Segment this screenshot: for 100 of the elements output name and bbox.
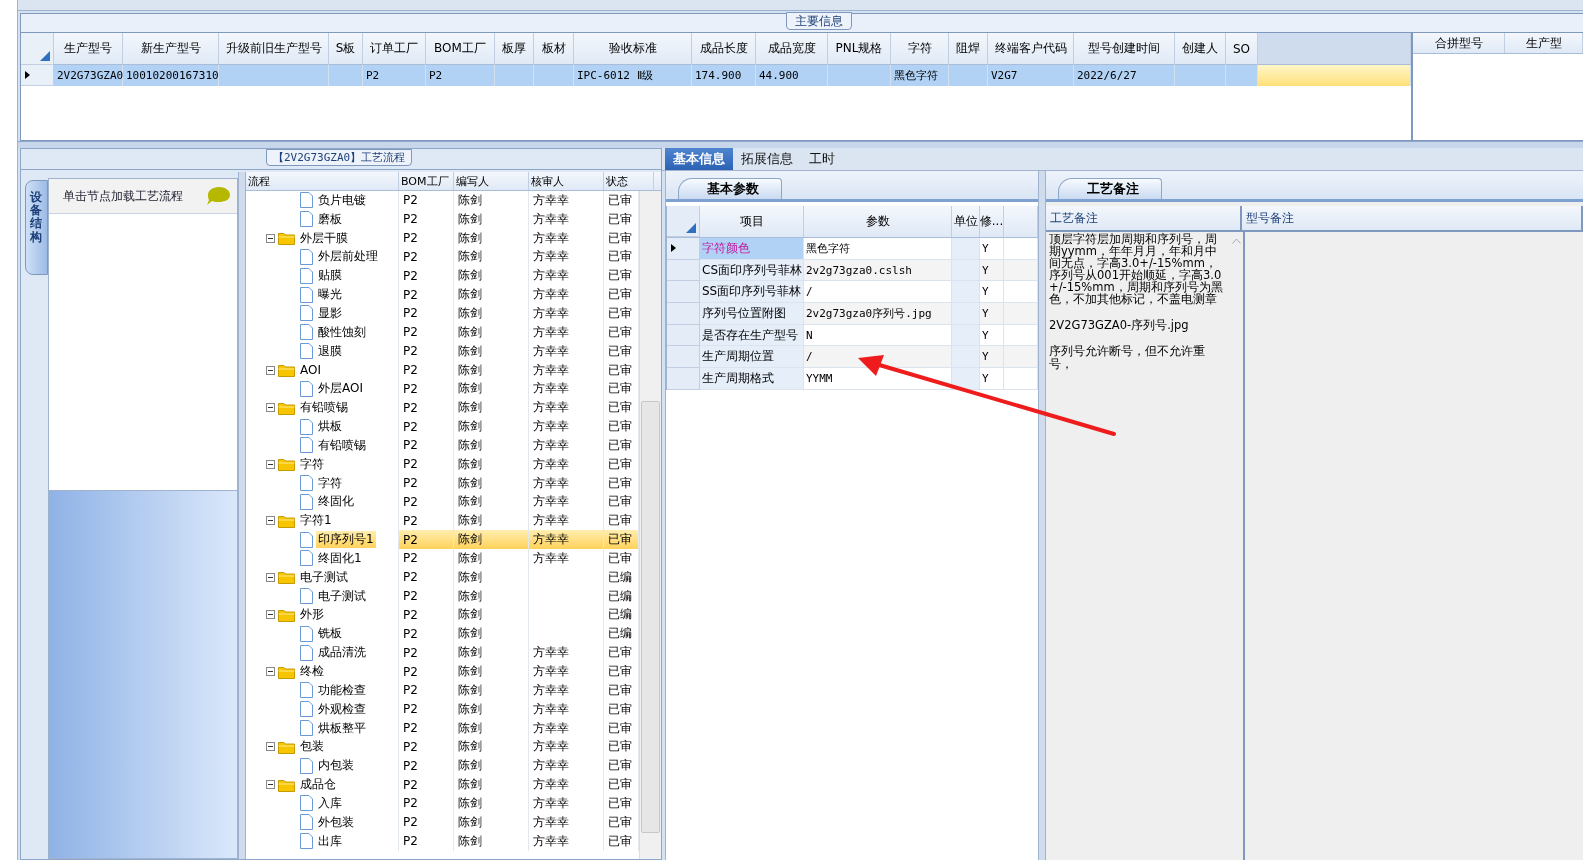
tree-node[interactable]: 有铅喷锡 <box>298 399 350 417</box>
table-cell: 陈剑 <box>454 228 529 248</box>
tab[interactable]: 工时 <box>801 148 843 170</box>
table-cell: 方幸幸 <box>529 398 604 418</box>
column-header[interactable]: 生产型 <box>1505 33 1583 53</box>
column-header[interactable]: 状态 <box>604 172 654 190</box>
document-icon <box>300 795 313 812</box>
table-cell: P2 <box>399 567 454 587</box>
table-cell: 方幸幸 <box>529 247 604 267</box>
table-cell: 2V2G73GZA0 <box>54 65 123 86</box>
scrollbar[interactable] <box>639 191 661 859</box>
table-cell: 方幸幸 <box>529 417 604 436</box>
column-header[interactable]: 单位 <box>952 206 980 237</box>
tree-node[interactable]: 有铅喷锡 <box>316 436 368 454</box>
tree-node[interactable]: 字符 <box>316 474 344 492</box>
table-cell: 生产周期位置 <box>700 346 804 369</box>
tree-node[interactable]: 显影 <box>316 305 344 322</box>
table-cell: P2 <box>399 247 454 267</box>
tree-node[interactable]: 负片电镀 <box>316 191 368 209</box>
table-cell: 陈剑 <box>454 794 529 813</box>
table-cell: 44.900 <box>756 65 828 86</box>
tree-node[interactable]: 包装 <box>298 738 326 756</box>
tab[interactable]: 拓展信息 <box>733 148 801 170</box>
tree-node[interactable]: 印序列号1 <box>316 531 376 549</box>
table-cell: P2 <box>399 398 454 418</box>
tree-node[interactable]: 出库 <box>316 832 344 850</box>
tree-node[interactable]: 曝光 <box>316 286 344 304</box>
side-tab[interactable]: 设备结构 <box>25 180 48 275</box>
column-header[interactable]: 核审人 <box>529 172 604 190</box>
tree-node[interactable]: 磨板 <box>316 210 344 228</box>
tree-node[interactable]: 外包装 <box>316 813 356 831</box>
tree-node[interactable]: 退膜 <box>316 342 344 360</box>
tree-node[interactable]: AOI <box>298 363 323 377</box>
folder-icon <box>278 777 295 792</box>
splitter[interactable] <box>1038 171 1046 860</box>
tree-node[interactable]: 烘板整平 <box>316 719 368 737</box>
tab[interactable]: 基本信息 <box>665 148 733 170</box>
table-cell: 2022/6/27 <box>1074 65 1175 86</box>
column-header[interactable]: 编写人 <box>454 172 529 190</box>
group-title: 主要信息 <box>786 12 852 30</box>
tree-node[interactable]: 字符1 <box>298 512 334 530</box>
tree-node[interactable]: 内包装 <box>316 757 356 775</box>
table-cell: P2 <box>399 473 454 493</box>
column-header[interactable]: 合拼型号 <box>1413 33 1505 53</box>
document-icon <box>300 644 313 661</box>
column-header[interactable]: 项目 <box>700 206 804 237</box>
table-cell: 方幸幸 <box>529 775 604 794</box>
table-cell: Y <box>980 259 1004 282</box>
table-cell: 陈剑 <box>454 209 529 229</box>
tab[interactable]: 工艺备注 <box>1058 178 1162 199</box>
tree-node[interactable]: 终固化 <box>316 493 356 511</box>
tree-node[interactable]: 外层干膜 <box>298 229 350 247</box>
table-cell: P2 <box>399 530 454 550</box>
column-header[interactable]: 工艺备注 <box>1046 206 1242 230</box>
splitter[interactable] <box>18 141 1583 148</box>
table-cell: 陈剑 <box>454 454 529 474</box>
tab[interactable]: 基本参数 <box>678 178 782 199</box>
table-cell: 序列号位置附图 <box>700 303 804 325</box>
document-icon <box>300 757 313 774</box>
column-header[interactable]: 参数 <box>804 206 952 237</box>
table-cell: 方幸幸 <box>529 435 604 455</box>
tree-node[interactable]: 烘板 <box>316 418 344 436</box>
column-header[interactable]: 修... <box>980 206 1004 237</box>
tree-node[interactable]: 外层前处理 <box>316 248 380 266</box>
column-header[interactable]: 流程 <box>246 172 399 190</box>
tree-node[interactable]: 终检 <box>298 663 326 680</box>
tree-node[interactable]: 电子测试 <box>316 587 368 605</box>
table-cell: 陈剑 <box>454 530 529 550</box>
table-cell: 陈剑 <box>454 680 529 700</box>
tree-node[interactable]: 成品清洗 <box>316 644 368 662</box>
column-header[interactable]: 型号备注 <box>1242 206 1583 230</box>
tree-node[interactable]: 字符 <box>298 455 326 473</box>
tree-node[interactable]: 电子测试 <box>298 568 350 586</box>
splitter[interactable] <box>238 172 246 859</box>
table-cell: 方幸幸 <box>529 322 604 342</box>
tree-node[interactable]: 成品仓 <box>298 776 338 794</box>
note-paragraph: 顶层字符层加周期和序列号，周期yymm，年年月月，年和月中间无点，字高3.0+/-15%mm，序列号从001开始顺延，字高3.0+/-15%mm，周期和序列号为黑色，不加其他标记，不盖电测章 <box>1049 233 1224 306</box>
folder-icon <box>278 363 295 377</box>
table-cell: 陈剑 <box>454 718 529 738</box>
tree-node[interactable]: 外形 <box>298 606 326 624</box>
tree-node[interactable]: 贴膜 <box>316 267 344 285</box>
table-cell: 方幸幸 <box>529 680 604 700</box>
table-cell: 陈剑 <box>454 567 529 587</box>
tree-node[interactable]: 酸性蚀刻 <box>316 323 368 341</box>
tree-node[interactable]: 功能检查 <box>316 681 368 699</box>
table-cell: P2 <box>399 379 454 399</box>
note-field[interactable]: 顶层字符层加周期和序列号，周期yymm，年年月月，年和月中间无点，字高3.0+/-15%mm，序列号从001开始顺延，字高3.0+/-15%mm，周期和序列号为黑色，不加其他标记，不盖电测章 2V2G73GZA0-序列号.jpg 序列号允许断号，但不允许重号， <box>1046 232 1229 860</box>
tree-node[interactable]: 铣板 <box>316 625 344 643</box>
tree-node[interactable]: 终固化1 <box>316 549 364 567</box>
column-header[interactable]: BOM工厂 <box>399 172 454 190</box>
scroll-thumb[interactable] <box>641 401 660 833</box>
tree-node[interactable]: 入库 <box>316 794 344 812</box>
folder-icon <box>278 739 295 754</box>
table-cell: P2 <box>399 209 454 229</box>
tree-node[interactable]: 外观检查 <box>316 700 368 718</box>
table-cell: P2 <box>399 831 454 851</box>
row-header-cell <box>667 368 700 390</box>
table-cell: 陈剑 <box>454 322 529 342</box>
document-icon <box>300 437 313 454</box>
tree-node[interactable]: 外层AOI <box>316 380 365 398</box>
